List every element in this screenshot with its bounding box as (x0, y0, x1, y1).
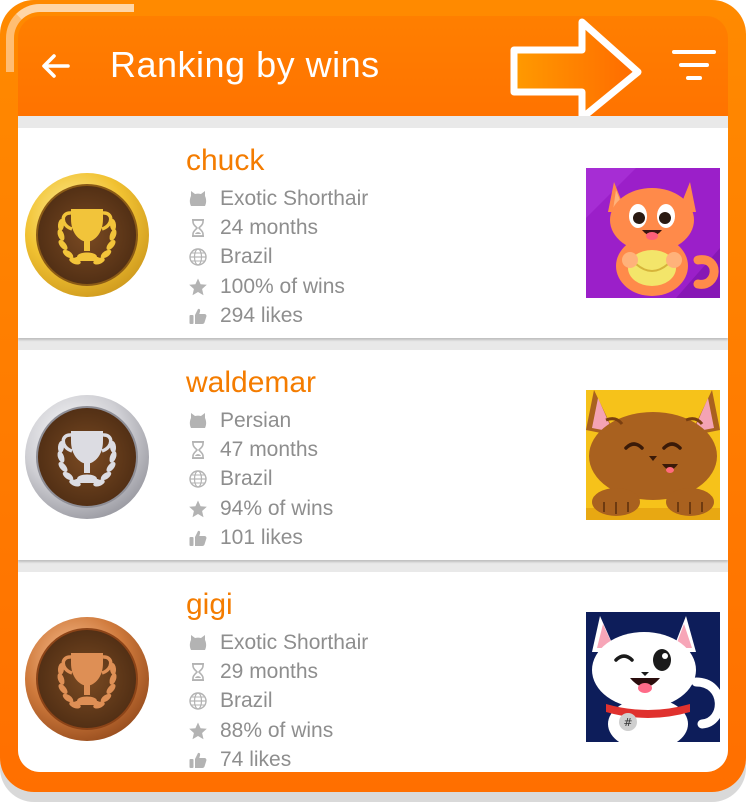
thumbs-up-icon (188, 750, 208, 770)
bronze-trophy-icon (24, 616, 150, 742)
age-label: 29 months (220, 659, 319, 683)
gold-trophy-icon (24, 172, 150, 298)
likes-label: 101 likes (220, 525, 303, 549)
cat-info: Exotic Shorthair 29 months Brazil 88% of… (188, 628, 368, 772)
cat-info: Exotic Shorthair 24 months Brazil 100% o… (188, 184, 368, 330)
arrow-left-icon (42, 54, 70, 78)
star-icon (188, 277, 208, 297)
cat-name[interactable]: waldemar (186, 366, 316, 400)
white-cat-image: # (586, 612, 720, 742)
cat-icon (188, 411, 208, 431)
star-icon (188, 721, 208, 741)
wins-label: 94% of wins (220, 496, 334, 520)
silver-trophy-icon (24, 394, 150, 520)
wins-label: 88% of wins (220, 718, 334, 742)
ranking-card[interactable]: chuck Exotic Shorthair 24 months Brazil … (18, 128, 728, 338)
breed-label: Persian (220, 408, 292, 432)
ranking-card[interactable]: gigi Exotic Shorthair 29 months Brazil 8… (18, 572, 728, 772)
back-button[interactable] (36, 46, 76, 86)
likes-label: 294 likes (220, 303, 303, 327)
pointing-arrow-icon (506, 6, 646, 122)
app-frame: Ranking by wins chuck Exotic Shorthair 2… (0, 0, 746, 792)
globe-icon (188, 469, 208, 489)
wins-label: 100% of wins (220, 274, 345, 298)
cat-name[interactable]: gigi (186, 588, 233, 622)
cat-photo[interactable] (586, 168, 720, 298)
breed-label: Exotic Shorthair (220, 186, 369, 210)
cat-name[interactable]: chuck (186, 144, 264, 178)
country-label: Brazil (220, 245, 273, 269)
cat-info: Persian 47 months Brazil 94% of wins 101… (188, 406, 333, 552)
cat-photo[interactable] (586, 390, 720, 520)
hourglass-icon (188, 218, 208, 238)
hourglass-icon (188, 662, 208, 682)
globe-icon (188, 247, 208, 267)
country-label: Brazil (220, 467, 273, 491)
thumbs-up-icon (188, 306, 208, 326)
ranking-card[interactable]: waldemar Persian 47 months Brazil 94% of… (18, 350, 728, 560)
app-bar: Ranking by wins (18, 16, 728, 122)
globe-icon (188, 691, 208, 711)
page-title: Ranking by wins (110, 44, 380, 85)
likes-label: 74 likes (220, 747, 292, 771)
thumbs-up-icon (188, 528, 208, 548)
cat-icon (188, 189, 208, 209)
cat-photo[interactable]: # (586, 612, 720, 742)
country-label: Brazil (220, 689, 273, 713)
orange-cat-image (586, 168, 720, 298)
age-label: 24 months (220, 215, 319, 239)
cat-icon (188, 633, 208, 653)
breed-label: Exotic Shorthair (220, 630, 369, 654)
hourglass-icon (188, 440, 208, 460)
filter-icon (672, 50, 716, 80)
svg-text:#: # (623, 716, 632, 729)
ranking-list: chuck Exotic Shorthair 24 months Brazil … (18, 116, 728, 772)
age-label: 47 months (220, 437, 319, 461)
filter-button[interactable] (670, 46, 718, 86)
star-icon (188, 499, 208, 519)
brown-cat-image (586, 390, 720, 520)
